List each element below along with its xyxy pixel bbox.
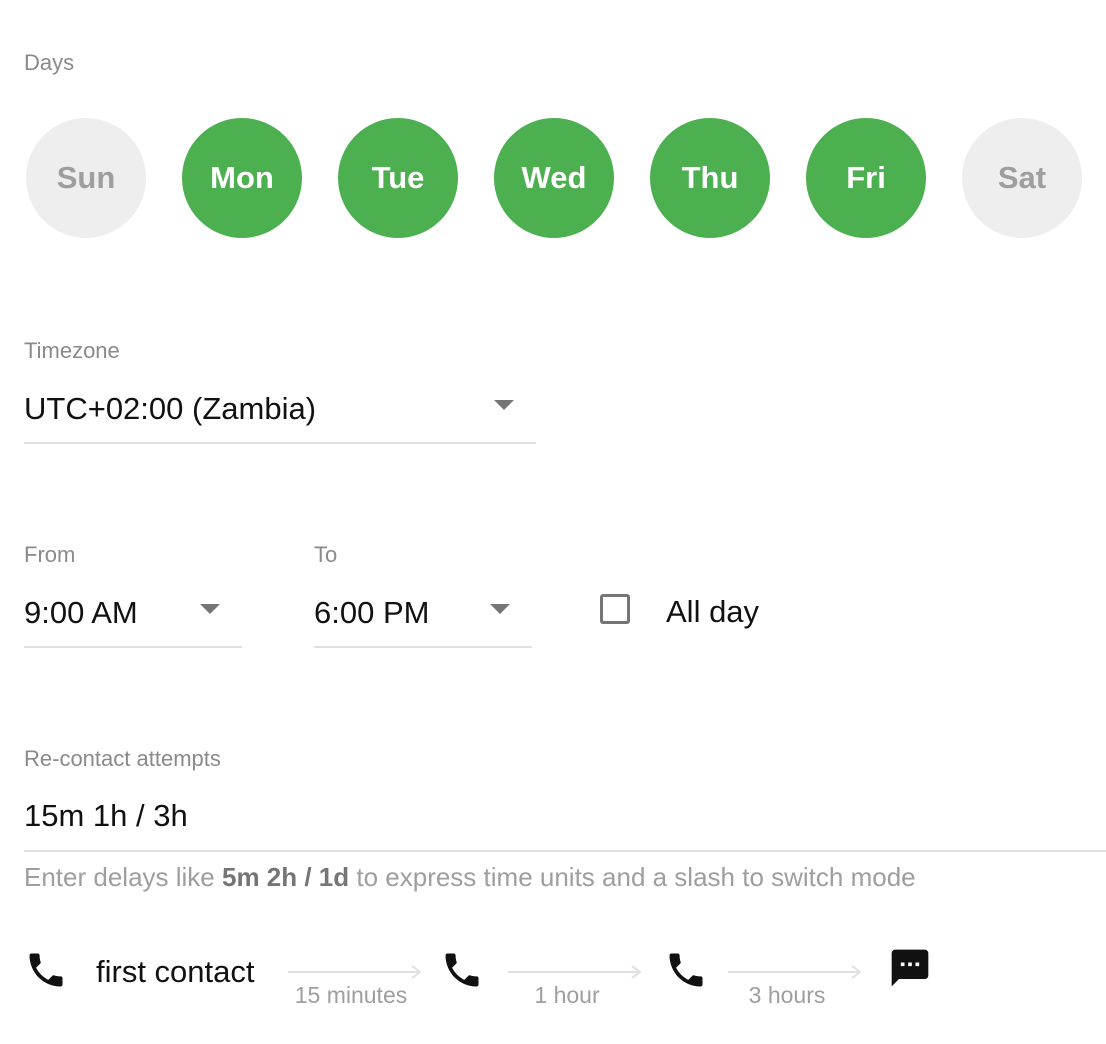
chevron-down-icon xyxy=(200,604,220,614)
delay-label: 1 hour xyxy=(534,982,600,1008)
day-label: Mon xyxy=(210,160,274,195)
first-contact-label: first contact xyxy=(96,954,255,989)
hint-example: 5m 2h / 1d xyxy=(221,862,350,892)
recontact-label: Re-contact attempts xyxy=(24,746,221,771)
all-day-checkbox[interactable] xyxy=(600,594,630,624)
delay-arrow xyxy=(728,962,866,982)
delay-label: 3 hours xyxy=(748,982,826,1008)
delay-arrow xyxy=(288,962,426,982)
day-label: Sun xyxy=(56,160,116,195)
sms-icon xyxy=(888,946,932,990)
to-label: To xyxy=(314,542,338,567)
day-toggle-wed[interactable]: Wed xyxy=(494,118,614,238)
day-toggle-mon[interactable]: Mon xyxy=(182,118,302,238)
day-label: Fri xyxy=(846,160,886,195)
timezone-select[interactable]: UTC+02:00 (Zambia) xyxy=(24,372,536,444)
delay-label: 15 minutes xyxy=(294,982,408,1008)
chevron-down-icon xyxy=(494,400,514,410)
from-label: From xyxy=(24,542,76,567)
timezone-value: UTC+02:00 (Zambia) xyxy=(24,391,317,426)
timezone-label: Timezone xyxy=(24,338,120,363)
day-toggle-sun[interactable]: Sun xyxy=(26,118,146,238)
recontact-hint: Enter delays like 5m 2h / 1d to express … xyxy=(24,864,916,890)
day-label: Sat xyxy=(997,160,1047,195)
day-toggle-tue[interactable]: Tue xyxy=(338,118,458,238)
day-toggle-thu[interactable]: Thu xyxy=(650,118,770,238)
recontact-input[interactable] xyxy=(24,798,1106,834)
chevron-down-icon xyxy=(490,604,510,614)
to-time-value: 6:00 PM xyxy=(314,595,430,630)
phone-icon xyxy=(24,948,68,992)
to-time-select[interactable]: 6:00 PM xyxy=(314,576,532,648)
phone-icon xyxy=(664,948,708,992)
phone-icon xyxy=(440,948,484,992)
day-label: Thu xyxy=(681,160,739,195)
from-time-value: 9:00 AM xyxy=(24,595,138,630)
days-selector: Sun Mon Tue Wed Thu Fri Sat xyxy=(26,118,1082,238)
day-label: Wed xyxy=(521,160,587,195)
hint-text: Enter delays like xyxy=(24,862,222,892)
hint-text: to express time units and a slash to swi… xyxy=(349,862,916,892)
recontact-field xyxy=(24,780,1106,852)
all-day-label[interactable]: All day xyxy=(666,596,759,627)
days-label: Days xyxy=(24,50,75,75)
from-time-select[interactable]: 9:00 AM xyxy=(24,576,242,648)
day-toggle-sat[interactable]: Sat xyxy=(962,118,1082,238)
day-toggle-fri[interactable]: Fri xyxy=(806,118,926,238)
delay-arrow xyxy=(508,962,646,982)
day-label: Tue xyxy=(371,160,425,195)
